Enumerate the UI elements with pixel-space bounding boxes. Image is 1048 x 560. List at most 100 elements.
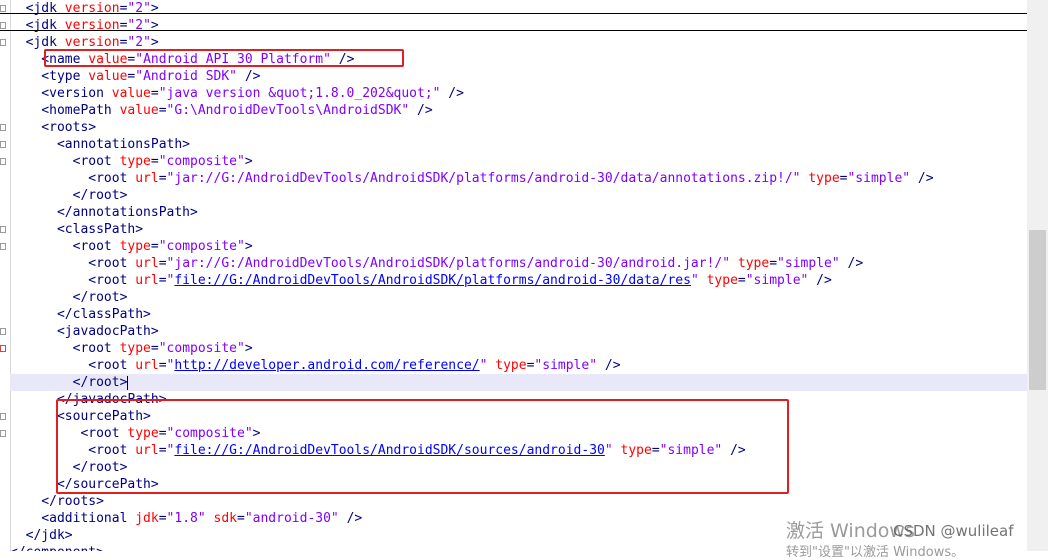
code-token: version: [64, 35, 120, 50]
code-line[interactable]: <homePath value="G:\AndroidDevTools\Andr…: [10, 102, 1027, 119]
code-token: <root: [10, 154, 120, 169]
code-token: <javadocPath>: [10, 324, 159, 339]
code-token: =: [158, 358, 167, 373]
code-token: "java version &quot;1.8.0_202&quot;": [158, 86, 441, 101]
code-token: type: [706, 273, 738, 288]
code-token: =: [158, 103, 167, 118]
fold-marker-icon[interactable]: [0, 22, 6, 29]
code-token: "1.8": [166, 511, 206, 526]
code-token: >: [244, 341, 253, 356]
code-token: >: [244, 239, 253, 254]
code-line[interactable]: <root url= "file://G:/AndroidDevTools/And…: [10, 272, 1027, 289]
fold-marker-icon[interactable]: [0, 5, 6, 12]
code-token: type: [119, 239, 151, 254]
code-token: <root: [10, 239, 120, 254]
code-line[interactable]: <type value="Android SDK" />: [10, 68, 1027, 85]
code-token: =: [158, 171, 167, 186]
code-token: </jdk>: [10, 528, 73, 543]
fold-marker-icon[interactable]: [0, 243, 6, 250]
code-token: <root: [10, 256, 136, 271]
editor-split-line-top: [0, 13, 1027, 14]
fold-marker-icon[interactable]: [0, 158, 6, 165]
url-link[interactable]: file://G:/AndroidDevTools/AndroidSDK/pla…: [174, 273, 691, 288]
code-token: />: [808, 273, 832, 288]
code-token: </root>: [10, 375, 128, 390]
code-line[interactable]: <annotationsPath>: [10, 136, 1027, 153]
code-line[interactable]: <root type="composite">: [10, 340, 1027, 357]
code-token: <annotationsPath>: [10, 137, 191, 152]
code-line[interactable]: <root url="jar://G:/AndroidDevTools/Andr…: [10, 255, 1027, 272]
code-token: "composite": [158, 239, 245, 254]
code-line[interactable]: <version value="java version &quot;1.8.0…: [10, 85, 1027, 102]
code-line[interactable]: <classPath>: [10, 221, 1027, 238]
fold-marker-icon[interactable]: [0, 430, 6, 437]
fold-marker-icon[interactable]: [0, 124, 6, 131]
code-token: =: [158, 273, 167, 288]
vertical-scrollbar[interactable]: [1027, 0, 1048, 551]
code-token: =: [158, 256, 167, 271]
code-token: type: [495, 358, 527, 373]
code-line[interactable]: <jdk version="2">: [10, 0, 1027, 17]
fold-marker-icon[interactable]: [0, 39, 6, 46]
code-token: type: [808, 171, 840, 186]
code-line[interactable]: <javadocPath>: [10, 323, 1027, 340]
code-token: url: [135, 273, 159, 288]
code-token: </component>: [10, 545, 104, 551]
code-line[interactable]: </classPath>: [10, 306, 1027, 323]
code-token: =: [150, 86, 159, 101]
code-token: />: [409, 103, 433, 118]
code-token: =: [150, 341, 159, 356]
code-token: "Android SDK": [135, 69, 237, 84]
fold-marker-icon[interactable]: [0, 413, 6, 420]
code-token: ": [690, 273, 699, 288]
code-token: <root: [10, 358, 136, 373]
code-line[interactable]: </root>: [10, 187, 1027, 204]
code-token: <version: [10, 86, 112, 101]
code-token: />: [237, 69, 261, 84]
code-line[interactable]: <jdk version="2">: [10, 17, 1027, 34]
code-token: </root>: [10, 188, 128, 203]
code-token: type: [119, 154, 151, 169]
code-token: url: [135, 358, 159, 373]
code-token: >: [244, 154, 253, 169]
code-token: <jdk: [10, 35, 65, 50]
editor-split-line: [0, 30, 1027, 31]
code-token: />: [839, 256, 864, 271]
code-line[interactable]: <root type="composite">: [10, 238, 1027, 255]
code-token: </root>: [10, 290, 128, 305]
code-token: <homePath: [10, 103, 120, 118]
code-token: />: [440, 86, 464, 101]
code-line[interactable]: <root url="jar://G:/AndroidDevTools/Andr…: [10, 170, 1027, 187]
code-token: jdk: [135, 511, 159, 526]
code-token: "simple": [745, 273, 809, 288]
fold-marker-icon[interactable]: [0, 345, 6, 352]
text-caret: [127, 375, 129, 390]
code-token: />: [910, 171, 934, 186]
code-line[interactable]: <root url="http://developer.android.com/…: [10, 357, 1027, 374]
code-line[interactable]: </root>: [10, 289, 1027, 306]
fold-marker-icon[interactable]: [0, 141, 6, 148]
code-token: type: [119, 341, 151, 356]
code-token: </annotationsPath>: [10, 205, 198, 220]
fold-marker-icon[interactable]: [0, 226, 6, 233]
code-token: =: [237, 511, 245, 526]
fold-marker-icon[interactable]: [0, 328, 6, 335]
scrollbar-thumb[interactable]: [1029, 230, 1046, 390]
code-token: "simple": [847, 171, 911, 186]
code-line[interactable]: <root type="composite">: [10, 153, 1027, 170]
code-token: =: [150, 154, 159, 169]
code-line[interactable]: </roots>: [10, 493, 1027, 510]
code-line[interactable]: </root>: [10, 374, 1027, 391]
code-token: "simple": [534, 358, 598, 373]
code-token: <root: [10, 273, 136, 288]
code-token: <root: [10, 341, 120, 356]
code-token: sdk: [213, 511, 237, 526]
url-link[interactable]: http://developer.android.com/reference/: [174, 358, 479, 373]
code-token: />: [597, 358, 621, 373]
code-line[interactable]: </annotationsPath>: [10, 204, 1027, 221]
code-line[interactable]: <roots>: [10, 119, 1027, 136]
code-token: </roots>: [10, 494, 104, 509]
code-token: value: [88, 69, 128, 84]
